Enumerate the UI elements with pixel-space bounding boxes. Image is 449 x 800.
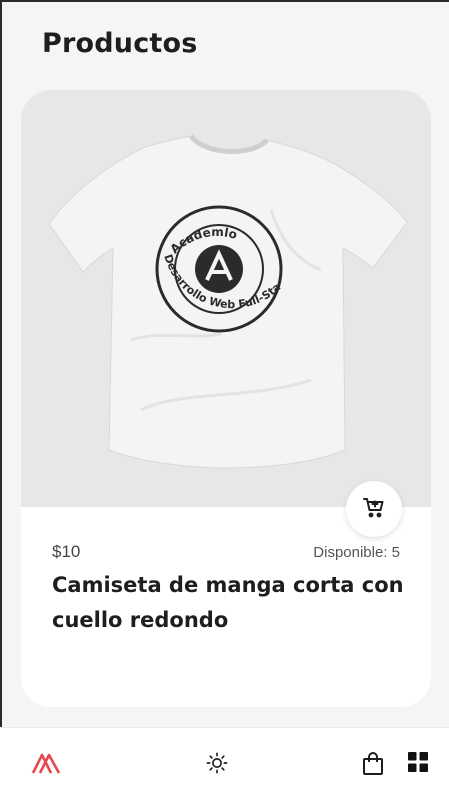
product-name[interactable]: Camiseta de manga corta con cuello redon… <box>52 568 412 638</box>
product-card[interactable]: Academlo Desarrollo Web Full-Stack $10 D… <box>21 90 431 707</box>
product-image[interactable]: Academlo Desarrollo Web Full-Stack <box>21 90 431 507</box>
academlo-logo-icon[interactable] <box>31 751 61 775</box>
bottom-navigation <box>0 727 449 800</box>
shopping-bag-icon[interactable] <box>362 752 384 776</box>
grid-icon[interactable] <box>408 752 428 772</box>
sun-icon[interactable] <box>206 752 228 774</box>
product-price: $10 <box>52 542 81 561</box>
add-to-cart-button[interactable] <box>346 481 402 537</box>
product-availability: Disponible: 5 <box>313 544 400 561</box>
window-edge <box>0 2 2 800</box>
cart-plus-icon <box>362 495 386 523</box>
page-title: Productos <box>42 28 198 59</box>
